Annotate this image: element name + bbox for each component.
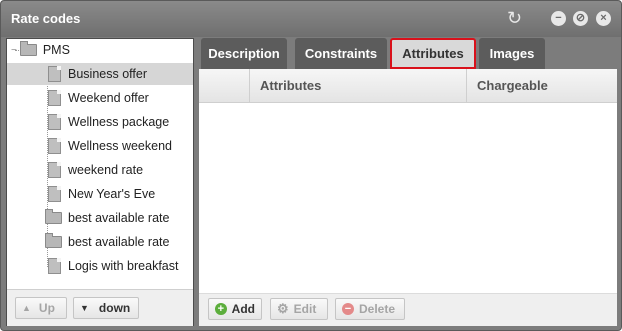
edit-label: Edit — [293, 302, 317, 316]
tree-item-label: Wellness weekend — [68, 139, 172, 153]
file-icon — [48, 258, 61, 274]
tab-constraints[interactable]: Constraints — [295, 38, 387, 69]
tree-item-label: best available rate — [68, 235, 170, 249]
tree-item-label: Wellness package — [68, 115, 170, 129]
attributes-grid: Attributes Chargeable — [199, 69, 617, 293]
tree-item-new-years-eve[interactable]: New Year's Eve — [48, 183, 155, 205]
file-icon — [48, 162, 61, 178]
tab-images[interactable]: Images — [479, 38, 545, 69]
tree-item-label: Business offer — [68, 67, 147, 81]
add-icon: + — [215, 303, 227, 315]
file-icon — [48, 66, 61, 82]
tree-item-label: New Year's Eve — [68, 187, 156, 201]
move-up-button[interactable]: ▲ Up — [15, 297, 67, 319]
collapse-icon[interactable]: − — [11, 45, 17, 56]
file-icon — [48, 186, 61, 202]
rate-code-tree-panel: − PMS Business offer Weekend offer Welln… — [6, 38, 194, 326]
file-icon — [48, 138, 61, 154]
gear-icon: ⚙ — [277, 301, 289, 316]
tree-item-weekend-offer[interactable]: Weekend offer — [48, 87, 149, 109]
delete-button[interactable]: − Delete — [335, 298, 405, 320]
rate-code-tree: − PMS Business offer Weekend offer Welln… — [7, 39, 193, 289]
grid-column-attributes[interactable]: Attributes — [249, 69, 466, 102]
edit-button[interactable]: ⚙ Edit — [270, 298, 328, 320]
grid-select-column[interactable] — [199, 69, 249, 102]
grid-toolbar: + Add ⚙ Edit − Delete — [199, 293, 617, 326]
detail-tabs: Description Constraints Attributes Image… — [199, 38, 617, 69]
refresh-icon[interactable]: ↻ — [507, 9, 522, 27]
tree-item-logis-with-breakfast[interactable]: Logis with breakfast — [48, 255, 178, 277]
tree-item-label: Logis with breakfast — [68, 259, 179, 273]
tree-item-best-available-rate-2[interactable]: best available rate — [45, 231, 169, 253]
tree-item-label: weekend rate — [68, 163, 144, 177]
details-panel: Description Constraints Attributes Image… — [199, 38, 617, 326]
folder-icon — [45, 233, 62, 248]
tree-toolbar: ▲ Up ▼ down — [7, 289, 193, 326]
delete-label: Delete — [359, 302, 396, 316]
move-up-label: Up — [38, 301, 55, 315]
up-arrow-icon: ▲ — [22, 303, 31, 313]
restore-icon[interactable]: ⊘ — [573, 11, 588, 26]
tree-node-label: PMS — [42, 43, 70, 57]
folder-icon — [45, 209, 62, 224]
add-button[interactable]: + Add — [208, 298, 262, 320]
grid-column-chargeable[interactable]: Chargeable — [466, 69, 617, 102]
tree-item-wellness-weekend[interactable]: Wellness weekend — [48, 135, 172, 157]
file-icon — [48, 114, 61, 130]
file-icon — [48, 90, 61, 106]
rate-codes-window: Rate codes ↻ − ⊘ × − PMS Business offer … — [0, 0, 622, 331]
folder-icon — [19, 41, 37, 56]
tree-item-label: best available rate — [68, 211, 170, 225]
down-arrow-icon: ▼ — [80, 303, 89, 313]
window-title: Rate codes — [11, 11, 81, 26]
tab-description[interactable]: Description — [201, 38, 287, 69]
tree-item-best-available-rate[interactable]: best available rate — [45, 207, 169, 229]
tree-item-label: Weekend offer — [68, 91, 149, 105]
grid-header: Attributes Chargeable — [199, 69, 617, 103]
add-label: Add — [231, 302, 255, 316]
move-down-button[interactable]: ▼ down — [73, 297, 139, 319]
tree-item-wellness-package[interactable]: Wellness package — [48, 111, 169, 133]
tree-root-pms[interactable]: − PMS — [11, 39, 193, 61]
close-icon[interactable]: × — [596, 11, 611, 26]
minimize-icon[interactable]: − — [551, 11, 566, 26]
move-down-label: down — [98, 301, 131, 315]
window-titlebar: Rate codes ↻ − ⊘ × — [1, 1, 621, 37]
tab-attributes[interactable]: Attributes — [390, 38, 476, 69]
delete-icon: − — [342, 303, 354, 315]
tree-item-weekend-rate[interactable]: weekend rate — [48, 159, 143, 181]
tree-item-business-offer[interactable]: Business offer — [7, 63, 193, 85]
